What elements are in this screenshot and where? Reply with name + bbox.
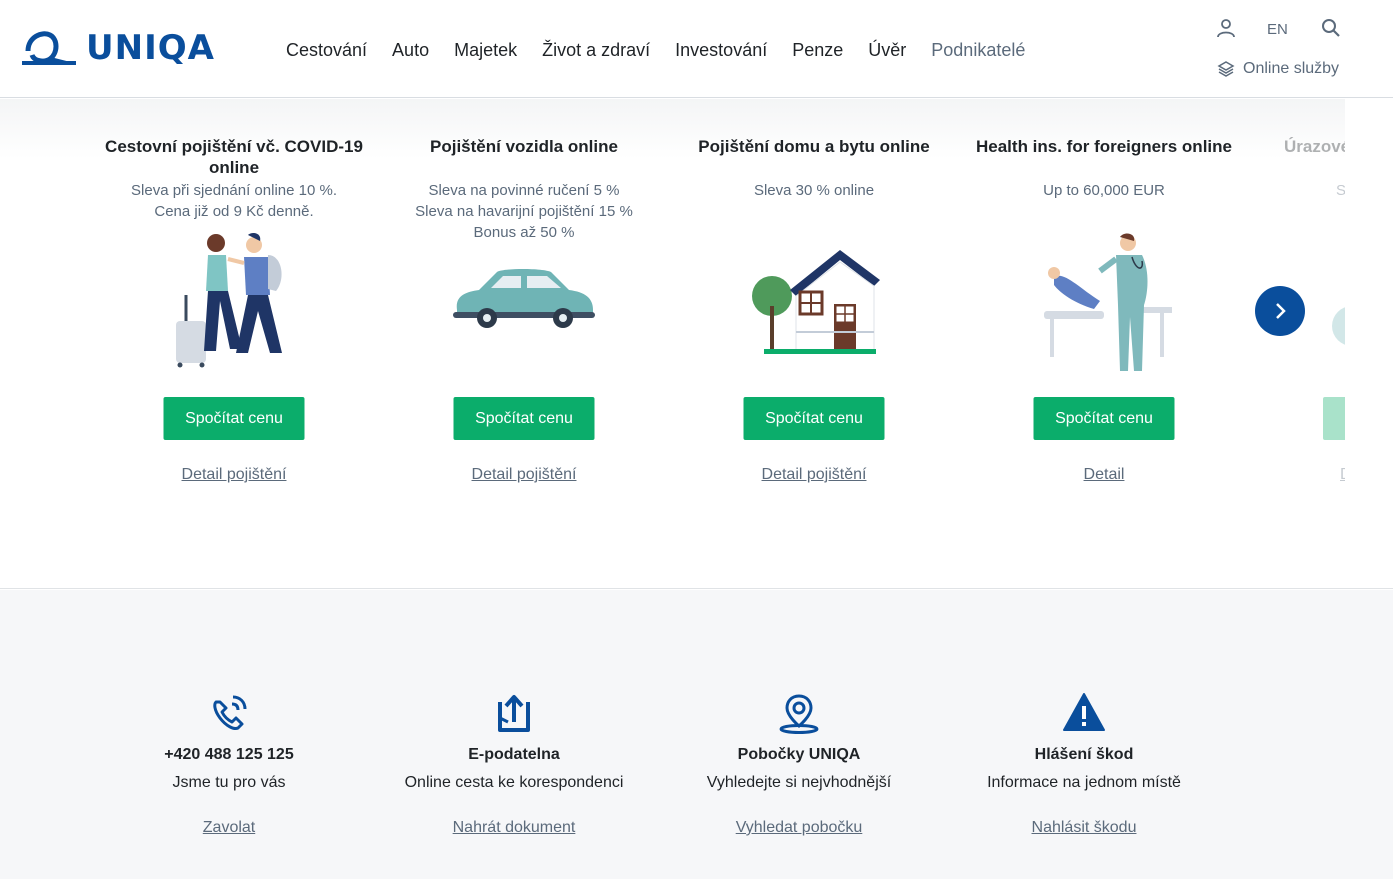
contact-title: +420 488 125 125 [164,746,294,763]
contact-item-phone: +420 488 125 125 Jsme tu pro vás Zavolat [99,692,359,837]
logo-text: UNIQA [86,28,215,68]
site-header: UNIQA Cestování Auto Majetek Život a zdr… [0,0,1393,98]
detail-link[interactable]: Detail [974,466,1234,484]
online-services-label: Online služby [1243,60,1340,77]
online-services-link[interactable]: Online služby [1217,60,1339,78]
contact-description: Informace na jednom místě [987,774,1181,791]
product-subtitle: Bonus až 50 % [473,224,575,241]
nav-item-cestovani[interactable]: Cestování [286,40,367,61]
product-subtitle: Sleva na povinné ručení 5 % [428,182,620,199]
contact-title: E-podatelna [468,746,560,763]
nav-item-investovani[interactable]: Investování [675,40,767,61]
upload-icon [384,692,644,736]
nav-item-podnikatele[interactable]: Podnikatelé [931,40,1025,61]
contact-title: Hlášení škod [1034,746,1134,763]
carousel-next-button[interactable] [1255,286,1305,336]
product-subtitle: Sleva na havarijní pojištění 15 % [415,203,633,220]
nav-item-zivot-a-zdravi[interactable]: Život a zdraví [542,40,650,61]
product-title: Health ins. for foreigners online [976,137,1232,156]
doctor-illustration [1034,231,1174,381]
detail-link[interactable]: Detail pojištění [104,466,364,484]
main-nav: Cestování Auto Majetek Život a zdraví In… [286,40,1050,61]
search-icon[interactable] [1321,18,1341,43]
contact-description: Vyhledejte si nejvhodnější [706,774,892,791]
calculate-price-button[interactable]: Spočítat cenu [1033,397,1175,440]
house-illustration [744,246,884,361]
product-subtitle: Sleva 30 % online [753,182,875,199]
travel-couple-illustration [164,231,304,376]
chevron-right-icon [1276,303,1286,319]
location-pin-icon [669,692,929,736]
detail-link[interactable]: Detail pojištění [684,466,944,484]
contact-title: Pobočky UNIQA [737,746,861,763]
contact-description: Jsme tu pro vás [172,774,286,791]
product-card-vehicle: Pojištění vozidla online Sleva na povinn… [394,136,654,483]
uniqa-logo[interactable]: UNIQA [20,28,215,68]
contact-section: +420 488 125 125 Jsme tu pro vás Zavolat… [0,590,1393,879]
report-claim-link[interactable]: Nahlásit škodu [954,819,1214,837]
contact-item-branches: Pobočky UNIQA Vyhledejte si nejvhodnější… [669,692,929,837]
calculate-price-button[interactable]: Spočítat cenu [453,397,595,440]
product-card-travel: Cestovní pojištění vč. COVID-19 online S… [104,136,364,483]
product-title: Pojištění vozidla online [430,137,618,156]
user-icon[interactable] [1216,18,1236,43]
nav-item-majetek[interactable]: Majetek [454,40,517,61]
phone-icon [99,692,359,736]
call-link[interactable]: Zavolat [99,819,359,837]
contact-item-claims: Hlášení škod Informace na jednom místě N… [954,692,1214,837]
calculate-price-button[interactable]: Spočítat cenu [163,397,305,440]
product-subtitle: Up to 60,000 EUR [1043,182,1165,199]
upload-document-link[interactable]: Nahrát dokument [384,819,644,837]
detail-link[interactable]: Detail pojištění [394,466,654,484]
header-utilities: EN Online služby [1173,0,1393,98]
car-illustration [451,266,597,335]
product-carousel: Cestovní pojištění vč. COVID-19 online S… [0,99,1393,589]
find-branch-link[interactable]: Vyhledat pobočku [669,819,929,837]
calculate-price-button[interactable]: Spočítat cenu [743,397,885,440]
nav-item-auto[interactable]: Auto [392,40,429,61]
carousel-edge-mask [1345,99,1393,588]
nav-item-uver[interactable]: Úvěr [868,40,906,61]
product-card-health-foreigners: Health ins. for foreigners online Up to … [974,136,1234,483]
product-card-home: Pojištění domu a bytu online Sleva 30 % … [684,136,944,483]
product-subtitle: Cena již od 9 Kč denně. [154,203,314,220]
contact-description: Online cesta ke korespondenci [404,774,624,791]
nav-item-penze[interactable]: Penze [792,40,843,61]
product-title: Cestovní pojištění vč. COVID-19 online [105,137,363,177]
layers-icon [1217,61,1235,77]
product-title: Pojištění domu a bytu online [698,137,930,156]
uniqa-logo-icon [22,31,76,65]
warning-icon [954,692,1214,736]
language-switch[interactable]: EN [1267,21,1288,38]
product-subtitle: Sleva při sjednání online 10 %. [131,182,337,199]
contact-item-epodatelna: E-podatelna Online cesta ke korespondenc… [384,692,644,837]
